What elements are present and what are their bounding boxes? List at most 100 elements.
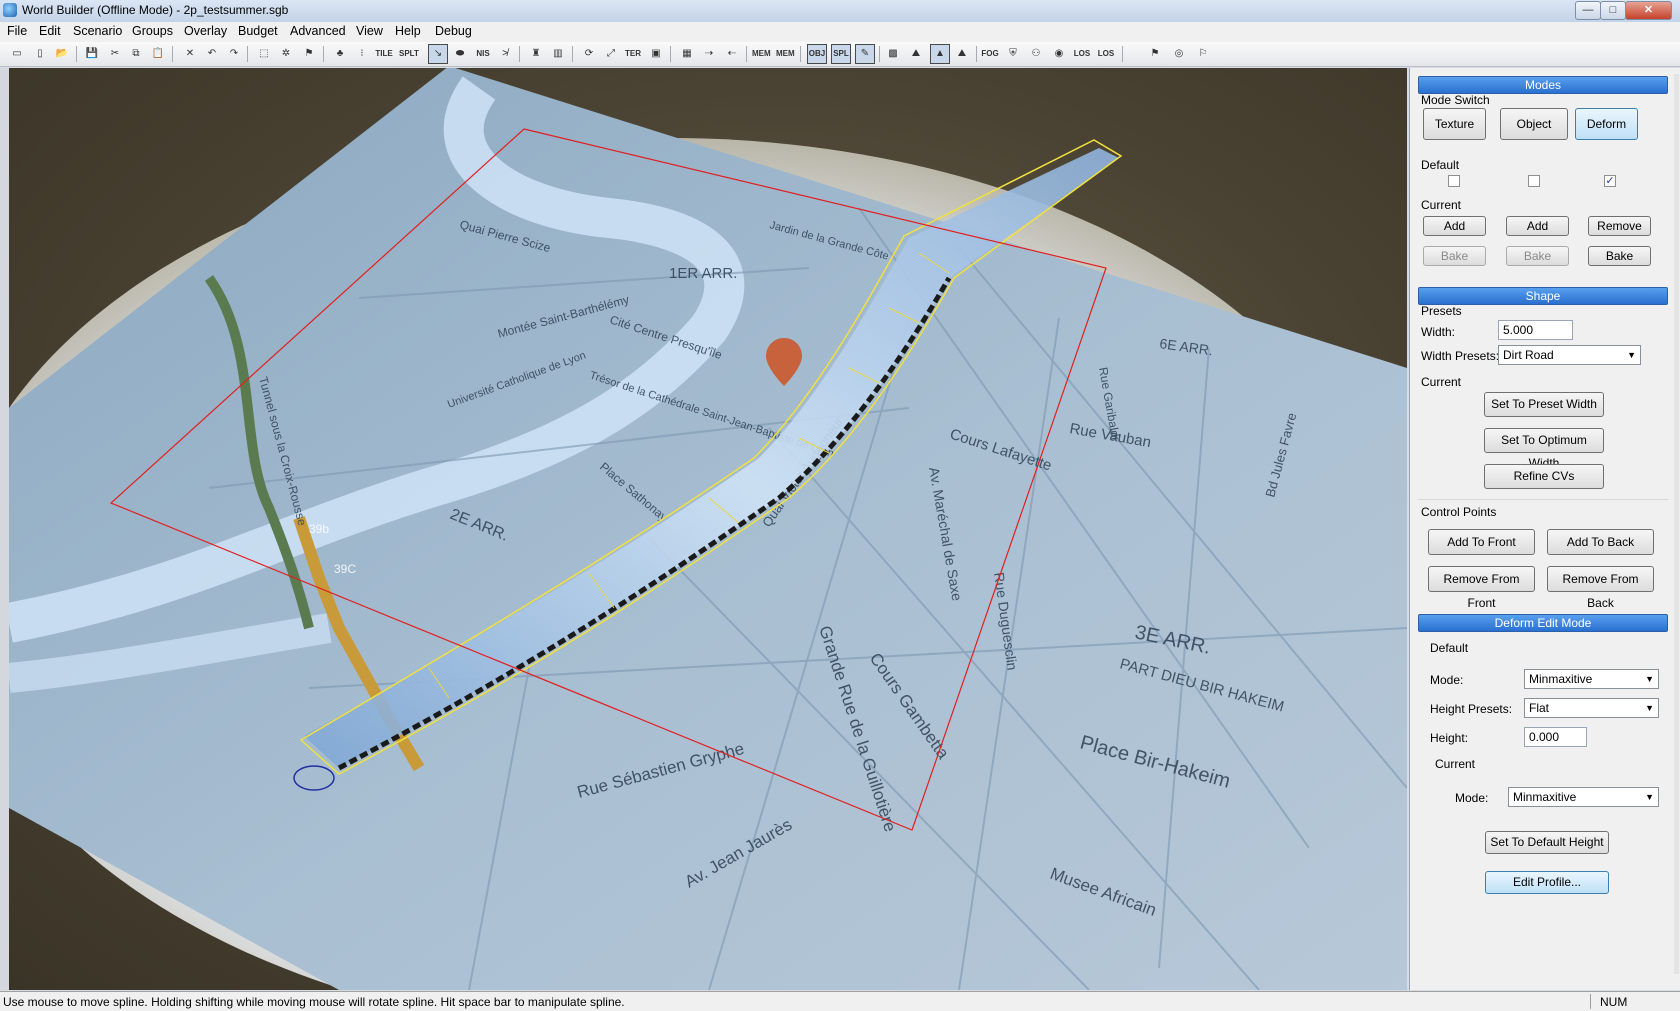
new-file-icon[interactable]: ▯ xyxy=(31,45,49,63)
tree-icon[interactable]: ✲ xyxy=(277,45,295,63)
object-default-checkbox[interactable] xyxy=(1528,175,1540,187)
add-to-back-button[interactable]: Add To Back xyxy=(1547,529,1654,555)
grid-view-icon[interactable]: ▦ xyxy=(678,45,696,63)
menu-edit[interactable]: Edit xyxy=(39,24,61,38)
object-mode-button[interactable]: Object xyxy=(1500,108,1568,140)
object-mode-icon[interactable]: OBJ xyxy=(807,44,827,64)
left-splitter[interactable] xyxy=(0,68,9,990)
object-bake-button[interactable]: Bake xyxy=(1506,246,1569,266)
set-optimum-width-button[interactable]: Set To Optimum Width xyxy=(1484,428,1604,470)
toolbar-separator xyxy=(323,46,324,62)
exit-label: 39C xyxy=(334,562,356,576)
units-icon[interactable]: ⚇ xyxy=(1027,45,1045,63)
texture-mode-button[interactable]: Texture xyxy=(1423,108,1486,140)
memory-bitmap-icon[interactable]: MEM xyxy=(752,45,771,63)
unit-icon[interactable]: ♜ xyxy=(527,45,545,63)
add-to-front-button[interactable]: Add To Front xyxy=(1428,529,1535,555)
paste-icon[interactable]: 📋 xyxy=(149,45,167,63)
path-icon[interactable]: ⇢ xyxy=(700,45,718,63)
checker-icon[interactable]: ▩ xyxy=(884,45,902,63)
shape-header[interactable]: Shape xyxy=(1418,287,1668,305)
menu-help[interactable]: Help xyxy=(395,24,421,38)
menu-budget[interactable]: Budget xyxy=(238,24,278,38)
map-flag-icon[interactable]: ⚐ xyxy=(1194,45,1212,63)
menu-file[interactable]: File xyxy=(7,24,27,38)
current-mode-dropdown[interactable]: Minmaxitive ▼ xyxy=(1508,787,1659,807)
height-presets-dropdown[interactable]: Flat ▼ xyxy=(1524,698,1659,718)
rotate-icon[interactable]: ⟳ xyxy=(580,45,598,63)
terrain-tool-icon[interactable]: TER xyxy=(624,45,642,63)
remove-from-front-button[interactable]: Remove From Front xyxy=(1428,566,1535,610)
texture-view-icon[interactable]: ▲ xyxy=(930,44,950,64)
undo-icon[interactable]: ↶ xyxy=(203,45,221,63)
flag-marker-icon[interactable]: ⚑ xyxy=(1146,45,1164,63)
height-field[interactable]: 0.000 xyxy=(1524,727,1587,747)
set-preset-width-button[interactable]: Set To Preset Width xyxy=(1484,392,1604,417)
object-add-button[interactable]: Add xyxy=(1506,216,1569,236)
deform-edit-mode-header[interactable]: Deform Edit Mode xyxy=(1418,614,1668,632)
default-mode-dropdown[interactable]: Minmaxitive ▼ xyxy=(1524,669,1659,689)
forest-icon[interactable]: ♣ xyxy=(331,45,349,63)
deform-default-checkbox[interactable]: ✓ xyxy=(1604,175,1616,187)
refine-cvs-button[interactable]: Refine CVs xyxy=(1484,464,1604,489)
width-field[interactable]: 5.000 xyxy=(1498,320,1573,340)
terrain-view-icon[interactable]: ⛰ xyxy=(907,45,925,63)
chevron-down-icon: ▼ xyxy=(1645,792,1654,802)
route-icon[interactable]: ⇠ xyxy=(723,45,741,63)
menu-scenario[interactable]: Scenario xyxy=(73,24,122,38)
deform-mode-icon[interactable]: ✎ xyxy=(855,44,875,64)
landscape-icon[interactable]: ⛰ xyxy=(953,45,971,63)
brush-icon[interactable]: ≯ xyxy=(496,45,514,63)
menu-overlay[interactable]: Overlay xyxy=(184,24,227,38)
width-presets-dropdown[interactable]: Dirt Road ▼ xyxy=(1498,345,1641,365)
memory-stat-icon[interactable]: MEM xyxy=(776,45,795,63)
texture-add-button[interactable]: Add xyxy=(1423,216,1486,236)
measure-icon[interactable]: ⤢ xyxy=(602,45,620,63)
deform-bake-button[interactable]: Bake xyxy=(1588,246,1651,266)
set-default-height-button[interactable]: Set To Default Height xyxy=(1485,831,1609,854)
menu-advanced[interactable]: Advanced xyxy=(290,24,346,38)
texture-default-checkbox[interactable] xyxy=(1448,175,1460,187)
chevron-down-icon: ▼ xyxy=(1645,674,1654,684)
3d-viewport[interactable]: 1ER ARR. 2E ARR. 3E ARR. 6E ARR. Quai Pi… xyxy=(9,68,1407,990)
los-alt-icon[interactable]: LOS xyxy=(1097,45,1115,63)
new-icon[interactable]: ▭ xyxy=(8,45,26,63)
menu-view[interactable]: View xyxy=(356,24,383,38)
delete-icon[interactable]: ✕ xyxy=(181,45,199,63)
texture-bake-button[interactable]: Bake xyxy=(1423,246,1486,266)
close-button[interactable]: ✕ xyxy=(1625,1,1672,20)
select-region-icon[interactable]: ⬚ xyxy=(255,45,273,63)
minimize-button[interactable]: — xyxy=(1575,1,1601,20)
water-icon[interactable]: ⬬ xyxy=(451,45,469,63)
flag-icon[interactable]: ⚑ xyxy=(300,45,318,63)
save-icon[interactable]: 💾 xyxy=(83,45,101,63)
traffic-light-icon[interactable]: ⁝ xyxy=(353,45,371,63)
menu-groups[interactable]: Groups xyxy=(132,24,173,38)
spline-tool-icon[interactable]: ↘ xyxy=(428,44,448,64)
shield-icon[interactable]: ⛨ xyxy=(1004,45,1022,63)
cut-icon[interactable]: ✂ xyxy=(106,45,124,63)
fog-icon[interactable]: FOG xyxy=(981,45,999,63)
nis-tool-icon[interactable]: NIS xyxy=(474,45,492,63)
redo-icon[interactable]: ↷ xyxy=(225,45,243,63)
menu-debug[interactable]: Debug xyxy=(435,24,472,38)
edit-profile-button[interactable]: Edit Profile... xyxy=(1485,871,1609,894)
spline-mode-icon[interactable]: SPL xyxy=(831,44,851,64)
chart-icon[interactable]: ▥ xyxy=(549,45,567,63)
remove-from-back-button[interactable]: Remove From Back xyxy=(1547,566,1654,610)
deform-remove-button[interactable]: Remove xyxy=(1588,216,1651,236)
panel-scrollbar[interactable] xyxy=(1674,74,1679,974)
status-message: Use mouse to move spline. Holding shifti… xyxy=(3,995,625,1009)
copy-icon[interactable]: ⧉ xyxy=(127,45,145,63)
toolbar-separator xyxy=(1122,46,1123,62)
split-tool-icon[interactable]: SPLT xyxy=(399,45,419,63)
deform-mode-button[interactable]: Deform xyxy=(1575,108,1638,140)
window-icon[interactable]: ▣ xyxy=(647,45,665,63)
target-icon[interactable]: ◎ xyxy=(1170,45,1188,63)
modes-header[interactable]: Modes xyxy=(1418,76,1668,94)
tile-tool-icon[interactable]: TILE xyxy=(375,45,393,63)
badge-icon[interactable]: ◉ xyxy=(1050,45,1068,63)
open-icon[interactable]: 📂 xyxy=(53,45,71,63)
maximize-button[interactable]: □ xyxy=(1600,1,1626,20)
los-icon[interactable]: LOS xyxy=(1073,45,1091,63)
